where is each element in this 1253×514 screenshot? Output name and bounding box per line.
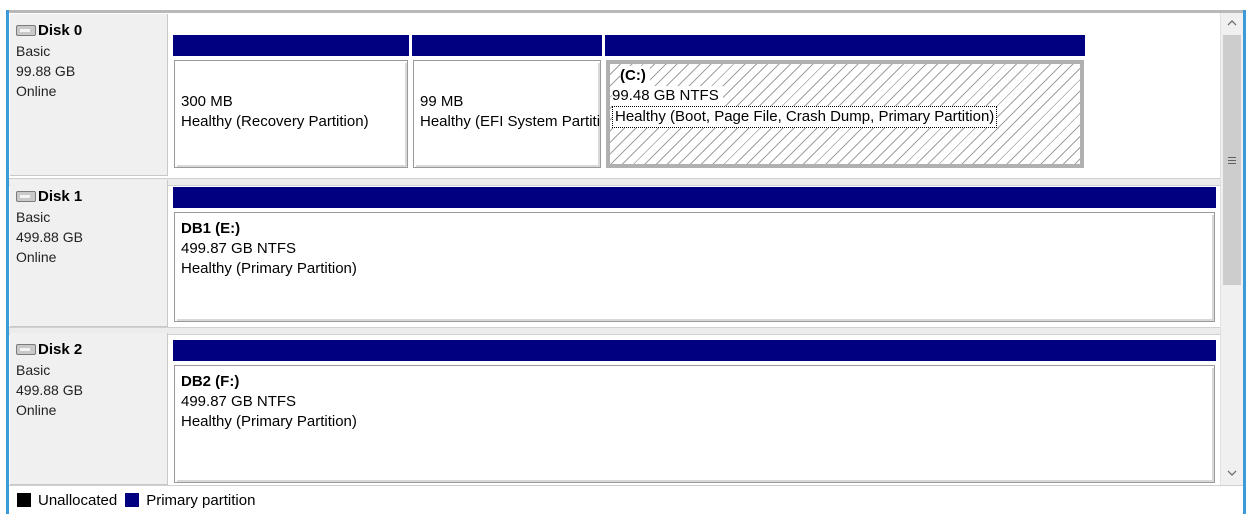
grip-icon [1228, 156, 1236, 164]
disk-info-2[interactable]: Disk 2 Basic 499.88 GB Online [10, 333, 168, 485]
legend-label: Unallocated [38, 491, 118, 509]
partition-type-bar [605, 35, 1085, 56]
partition-name: (C:) [620, 66, 650, 86]
partition-disk2-f[interactable]: DB2 (F:) 499.87 GB NTFS Healthy (Primary… [173, 340, 1216, 483]
legend-item-primary: Primary partition [125, 492, 255, 509]
unallocated-swatch [17, 493, 31, 507]
disk-info-0[interactable]: Disk 0 Basic 99.88 GB Online [10, 14, 168, 176]
partition-body: DB2 (F:) 499.87 GB NTFS Healthy (Primary… [174, 365, 1215, 483]
partition-size: 300 MB [181, 93, 233, 110]
partition-body: DB1 (E:) 499.87 GB NTFS Healthy (Primary… [174, 212, 1215, 322]
disk-type: Basic [16, 43, 51, 59]
disk-status: Online [16, 402, 57, 418]
chevron-down-icon[interactable] [1221, 463, 1243, 483]
partition-name: DB1 (E:) [181, 220, 241, 237]
disk-size: 99.88 GB [16, 63, 76, 79]
disk-status: Online [16, 249, 57, 265]
legend-label: Primary partition [146, 491, 256, 509]
partition-size: 99 MB [420, 93, 464, 110]
disk-size: 499.88 GB [16, 229, 83, 245]
vertical-scrollbar[interactable] [1220, 13, 1243, 485]
partition-name-row: (C:) [612, 66, 1080, 86]
disk-size: 499.88 GB [16, 382, 83, 398]
partition-disk1-e[interactable]: DB1 (E:) 499.87 GB NTFS Healthy (Primary… [173, 187, 1216, 322]
disk-name: Disk 0 [38, 21, 83, 39]
partition-type-bar [173, 340, 1216, 361]
chevron-up-icon[interactable] [1221, 13, 1243, 33]
disk-icon [16, 190, 36, 202]
partition-status-row: Healthy (Boot, Page File, Crash Dump, Pr… [612, 106, 1080, 128]
partition-type-bar [173, 35, 409, 56]
primary-partition-swatch [125, 493, 140, 507]
partition-size: 499.87 GB NTFS [181, 393, 297, 410]
partition-type-bar [173, 187, 1216, 208]
partition-disk0-recovery[interactable]: 300 MB Healthy (Recovery Partition) [173, 35, 409, 168]
disk-type: Basic [16, 362, 51, 378]
partition-status: Healthy (Recovery Partition) [181, 113, 369, 130]
partition-size: 99.48 GB NTFS [612, 86, 723, 106]
partition-size: 499.87 GB NTFS [181, 240, 297, 257]
legend-bar: Unallocated Primary partition [9, 485, 1243, 514]
disk-title-0: Disk 0 [16, 19, 167, 41]
disk-row-0: Disk 0 Basic 99.88 GB Online 300 MB Heal… [9, 13, 1220, 178]
partition-name: DB2 (F:) [181, 373, 240, 390]
disk-title-1: Disk 1 [16, 185, 167, 207]
partition-status: Healthy (EFI System Partition) [420, 113, 601, 130]
legend-item-unallocated: Unallocated [17, 492, 117, 509]
partition-status: Healthy (Primary Partition) [181, 413, 357, 430]
disk-icon [16, 24, 36, 36]
partition-disk0-efi[interactable]: 99 MB Healthy (EFI System Partition) [412, 35, 602, 168]
partition-status: Healthy (Primary Partition) [181, 260, 357, 277]
partition-size-row: 99.48 GB NTFS [612, 86, 1080, 106]
disk-status: Online [16, 83, 57, 99]
disk-title-2: Disk 2 [16, 338, 167, 360]
partition-type-bar [412, 35, 602, 56]
disk-type: Basic [16, 209, 51, 225]
window-right-border [1243, 10, 1246, 514]
disk-icon [16, 343, 36, 355]
disk-name: Disk 1 [38, 187, 83, 205]
scroll-thumb[interactable] [1223, 35, 1241, 285]
disk-name: Disk 2 [38, 340, 83, 358]
disk-row-1: Disk 1 Basic 499.88 GB Online DB1 (E:) 4… [9, 179, 1220, 327]
disk-graphical-view: Disk 0 Basic 99.88 GB Online 300 MB Heal… [9, 13, 1243, 485]
partition-body: 99 MB Healthy (EFI System Partition) [413, 60, 601, 168]
partition-status: Healthy (Boot, Page File, Crash Dump, Pr… [612, 106, 998, 128]
partition-disk0-c[interactable]: (C:) 99.48 GB NTFS Healthy (Boot, Page F… [605, 35, 1085, 168]
disk-info-1[interactable]: Disk 1 Basic 499.88 GB Online [10, 180, 168, 327]
disk-row-2: Disk 2 Basic 499.88 GB Online DB2 (F:) 4… [9, 332, 1220, 485]
partition-body-selected: (C:) 99.48 GB NTFS Healthy (Boot, Page F… [606, 60, 1084, 168]
partition-body: 300 MB Healthy (Recovery Partition) [174, 60, 408, 168]
